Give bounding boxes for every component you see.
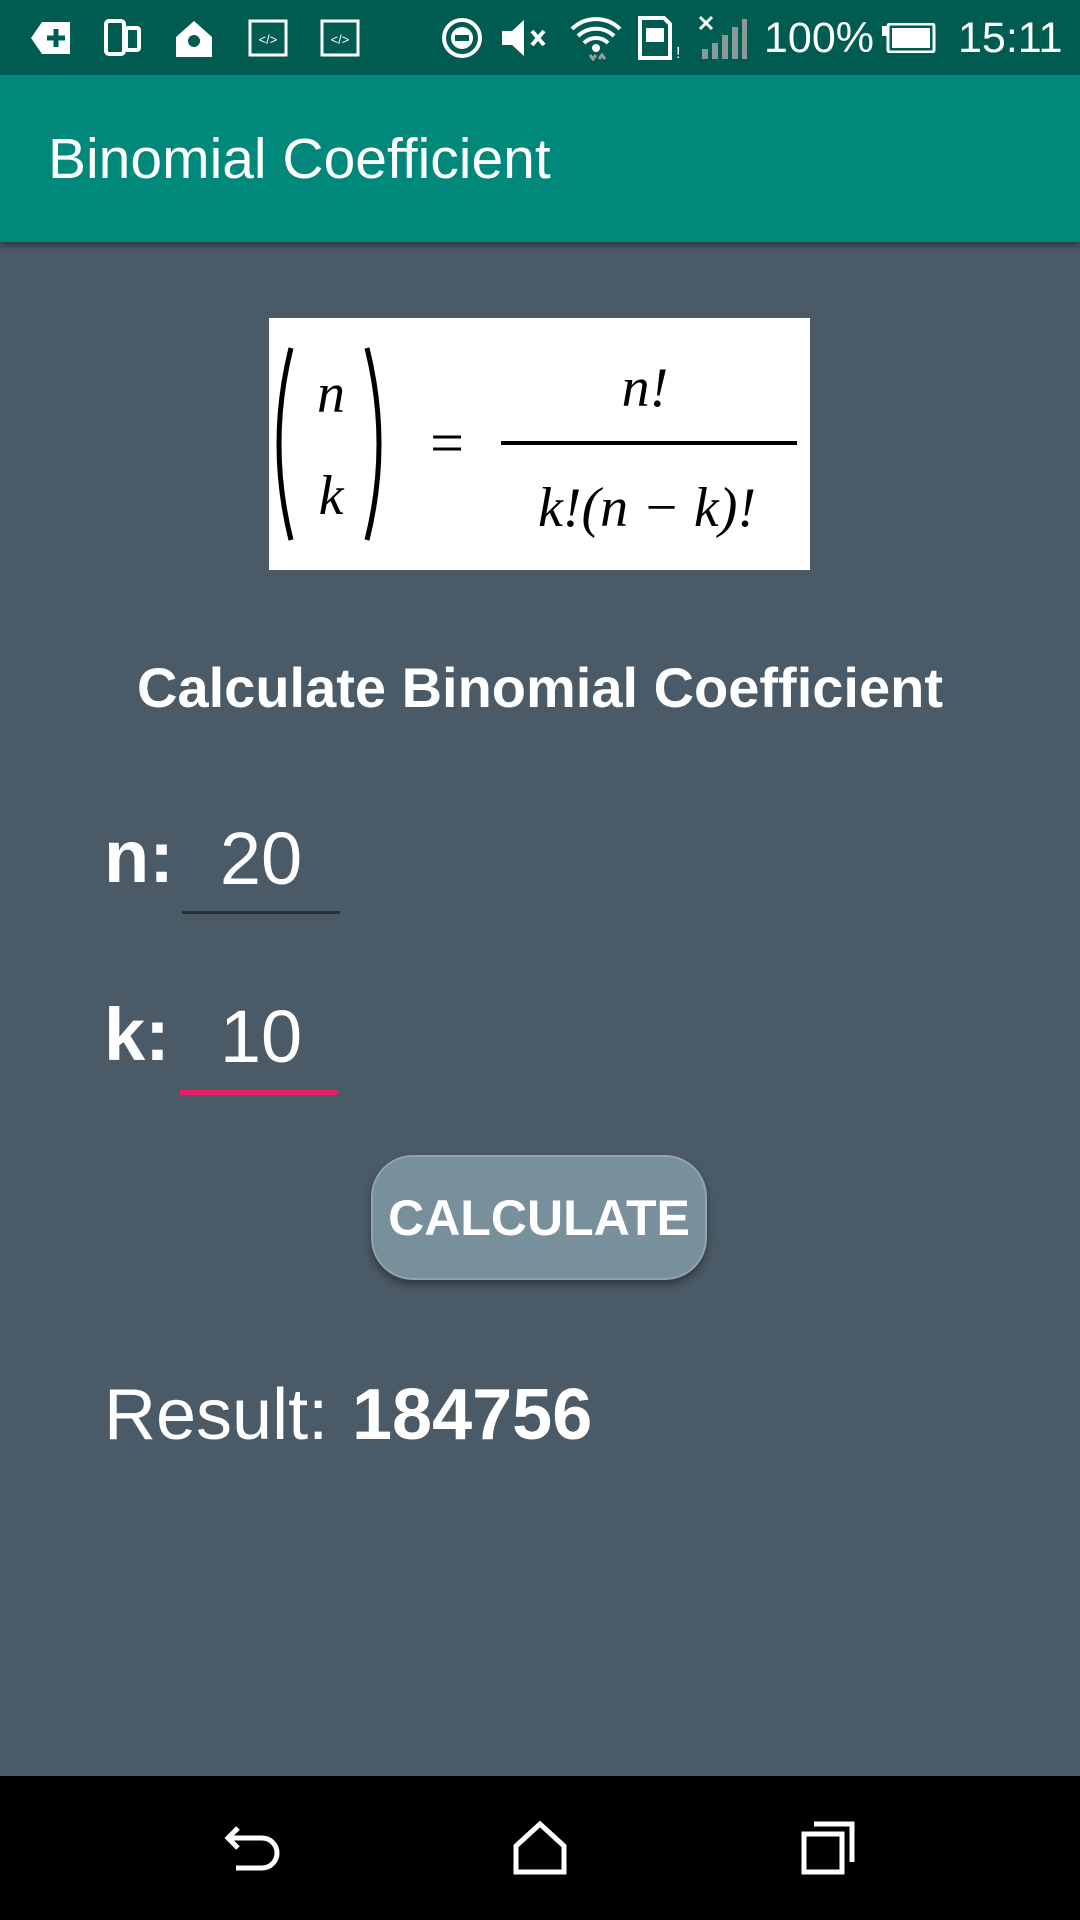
svg-text:</>: </> xyxy=(331,32,350,47)
battery-percent: 100% xyxy=(764,14,874,62)
do-not-disturb-icon xyxy=(440,15,484,61)
code-icon: </> xyxy=(320,15,360,61)
add-notification-icon xyxy=(30,15,72,61)
calculate-button[interactable]: CALCULATE xyxy=(371,1155,707,1280)
navigation-bar xyxy=(0,1776,1080,1920)
n-label: n: xyxy=(104,815,174,898)
k-input[interactable] xyxy=(182,990,340,1082)
result-value: 184756 xyxy=(352,1375,593,1455)
wifi-icon xyxy=(570,15,622,61)
clock: 15:11 xyxy=(958,14,1063,62)
formula-equals: = xyxy=(430,410,464,476)
device-icon xyxy=(102,15,142,61)
mute-icon xyxy=(500,15,552,61)
recents-icon[interactable] xyxy=(792,1812,864,1884)
binomial-formula-image: n k = n! k!(n − k)! xyxy=(269,318,810,570)
calculate-heading: Calculate Binomial Coefficient xyxy=(137,656,943,719)
formula-denominator: k!(n − k)! xyxy=(538,477,756,539)
formula-top: n xyxy=(317,363,345,425)
k-label: k: xyxy=(104,993,170,1076)
svg-text:</>: </> xyxy=(259,32,278,47)
status-bar: </> </> ! 100% 15:11 xyxy=(0,0,1080,75)
code-icon: </> xyxy=(248,15,288,61)
fraction-bar xyxy=(501,441,797,445)
home-icon[interactable] xyxy=(504,1812,576,1884)
n-input[interactable] xyxy=(182,812,340,904)
k-input-underline xyxy=(180,1090,338,1095)
battery-icon xyxy=(880,15,936,61)
n-input-underline xyxy=(182,911,340,914)
back-icon[interactable] xyxy=(218,1812,290,1884)
result-label: Result: xyxy=(104,1375,329,1455)
app-bar: Binomial Coefficient xyxy=(0,75,1080,242)
signal-off-icon xyxy=(698,15,748,61)
formula-bottom: k xyxy=(319,465,345,527)
sim-card-icon: ! xyxy=(636,15,682,61)
formula-numerator: n! xyxy=(622,357,669,419)
location-icon xyxy=(172,15,216,61)
svg-text:!: ! xyxy=(676,45,680,60)
app-title: Binomial Coefficient xyxy=(48,127,551,191)
